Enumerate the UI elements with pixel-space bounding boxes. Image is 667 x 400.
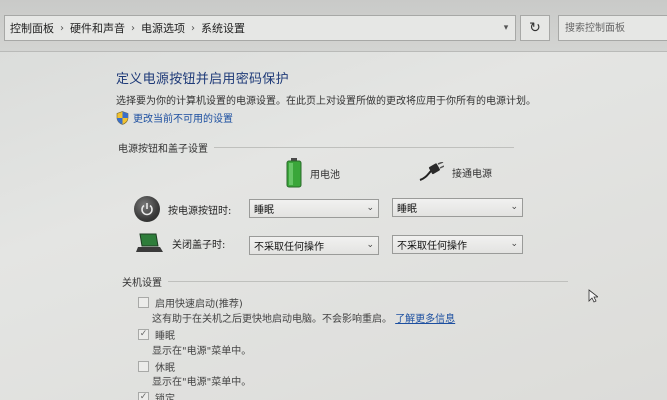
lid-label: 关闭盖子时: bbox=[172, 239, 226, 251]
power-button-battery-select[interactable]: 睡眠 ⌄ bbox=[249, 199, 379, 218]
power-section-header: 电源按钮和盖子设置 bbox=[118, 140, 514, 155]
plugged-column-header: 接通电源 bbox=[418, 162, 492, 182]
sleep-label: 睡眠 bbox=[155, 331, 175, 342]
lid-plugged-select[interactable]: 不采取任何操作 ⌄ bbox=[392, 235, 523, 254]
breadcrumb-system-settings[interactable]: 系统设置 bbox=[198, 20, 248, 36]
laptop-lid-icon bbox=[136, 233, 163, 252]
battery-column-header: 用电池 bbox=[286, 158, 340, 188]
power-button-icon bbox=[134, 196, 160, 222]
power-plug-icon bbox=[419, 162, 444, 181]
power-section-title: 电源按钮和盖子设置 bbox=[118, 144, 208, 155]
fast-startup-option[interactable]: 启用快速启动(推荐) bbox=[138, 295, 243, 310]
lid-battery-select[interactable]: 不采取任何操作 ⌄ bbox=[249, 236, 379, 255]
change-settings-link[interactable]: 更改当前不可用的设置 bbox=[116, 110, 233, 125]
lock-checkbox[interactable]: ✓ bbox=[138, 392, 149, 400]
hibernate-option[interactable]: 休眠 bbox=[138, 359, 175, 374]
fast-startup-label: 启用快速启动(推荐) bbox=[155, 299, 243, 310]
power-button-battery-value: 睡眠 bbox=[254, 205, 274, 216]
chevron-down-icon: ⌄ bbox=[510, 202, 518, 212]
checkmark-icon: ✓ bbox=[139, 329, 148, 339]
hibernate-note: 显示在"电源"菜单中。 bbox=[152, 377, 252, 388]
power-button-label: 按电源按钮时: bbox=[168, 205, 232, 217]
breadcrumb-power-options[interactable]: 电源选项 bbox=[138, 20, 188, 36]
checkmark-icon: ✓ bbox=[139, 392, 148, 400]
sleep-checkbox[interactable]: ✓ bbox=[138, 329, 149, 340]
power-button-plugged-select[interactable]: 睡眠 ⌄ bbox=[392, 198, 523, 217]
divider bbox=[168, 281, 568, 282]
refresh-icon: ↻ bbox=[529, 20, 541, 36]
sleep-note: 显示在"电源"菜单中。 bbox=[152, 346, 252, 357]
fast-startup-note-text: 这有助于在关机之后更快地启动电脑。不会影响重启。 bbox=[152, 314, 392, 325]
plugged-column-label: 接通电源 bbox=[452, 168, 492, 180]
address-bar: 控制面板 › 硬件和声音 › 电源选项 › 系统设置 ▾ ↻ bbox=[0, 0, 667, 52]
hibernate-label: 休眠 bbox=[155, 363, 175, 374]
divider bbox=[214, 147, 514, 148]
search-input[interactable] bbox=[558, 15, 667, 41]
battery-column-label: 用电池 bbox=[310, 169, 340, 181]
lock-label: 锁定 bbox=[155, 394, 175, 400]
breadcrumb[interactable]: 控制面板 › 硬件和声音 › 电源选项 › 系统设置 ▾ bbox=[4, 15, 516, 41]
sleep-option[interactable]: ✓ 睡眠 bbox=[138, 327, 175, 342]
power-button-row-label: 按电源按钮时: bbox=[134, 196, 231, 222]
chevron-down-icon: ⌄ bbox=[366, 240, 374, 250]
page-title: 定义电源按钮并启用密码保护 bbox=[116, 72, 289, 87]
chevron-down-icon: ⌄ bbox=[510, 239, 518, 249]
shutdown-section-header: 关机设置 bbox=[122, 274, 568, 289]
lid-plugged-value: 不采取任何操作 bbox=[397, 241, 467, 252]
lid-row-label: 关闭盖子时: bbox=[136, 232, 225, 254]
uac-shield-icon bbox=[116, 110, 129, 125]
breadcrumb-control-panel[interactable]: 控制面板 bbox=[7, 20, 57, 36]
main-content: 定义电源按钮并启用密码保护 选择要为你的计算机设置的电源设置。在此页上对设置所做… bbox=[0, 52, 667, 400]
mouse-cursor-icon bbox=[588, 289, 598, 303]
chevron-right-icon: › bbox=[131, 22, 135, 34]
refresh-button[interactable]: ↻ bbox=[520, 15, 550, 41]
change-settings-label[interactable]: 更改当前不可用的设置 bbox=[133, 110, 233, 125]
breadcrumb-hardware-sound[interactable]: 硬件和声音 bbox=[67, 20, 128, 36]
learn-more-link[interactable]: 了解更多信息 bbox=[395, 314, 455, 325]
hibernate-checkbox[interactable] bbox=[138, 361, 149, 372]
chevron-right-icon: › bbox=[60, 22, 64, 34]
shutdown-section-title: 关机设置 bbox=[122, 278, 162, 289]
fast-startup-note: 这有助于在关机之后更快地启动电脑。不会影响重启。 了解更多信息 bbox=[152, 310, 455, 325]
fast-startup-checkbox[interactable] bbox=[138, 297, 149, 308]
lock-option[interactable]: ✓ 锁定 bbox=[138, 390, 175, 400]
chevron-down-icon: ⌄ bbox=[366, 203, 374, 213]
lid-battery-value: 不采取任何操作 bbox=[254, 242, 324, 253]
page-description: 选择要为你的计算机设置的电源设置。在此页上对设置所做的更改将应用于你所有的电源计… bbox=[116, 96, 536, 107]
chevron-right-icon: › bbox=[191, 22, 195, 34]
chevron-down-icon[interactable]: ▾ bbox=[501, 23, 511, 33]
battery-icon bbox=[286, 158, 302, 188]
power-button-plugged-value: 睡眠 bbox=[397, 204, 417, 215]
